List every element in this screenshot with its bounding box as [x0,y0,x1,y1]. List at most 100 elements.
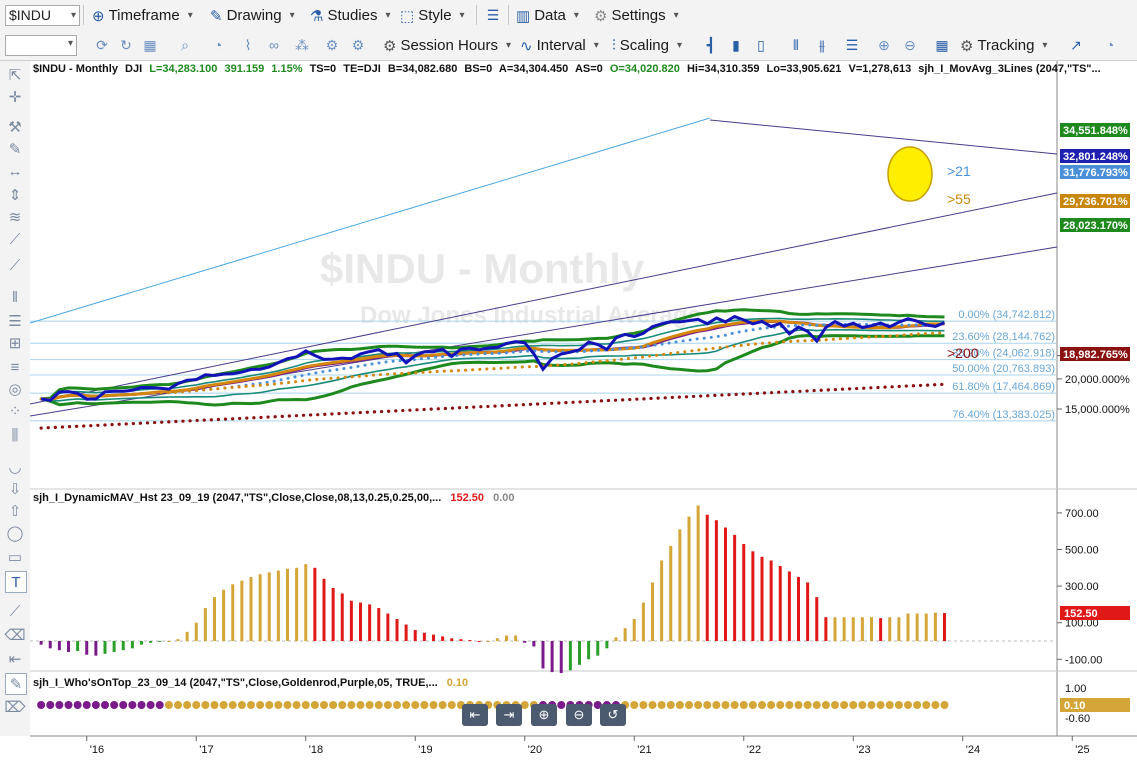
layout-icon[interactable]: ☰ [483,5,503,25]
delete-icon[interactable]: ⌦ [4,697,25,717]
parallel-lines-icon[interactable]: ≋ [5,207,25,227]
zoom-icon[interactable]: ⌕ [175,35,195,55]
hist-bar [806,582,810,641]
zoom-out-icon[interactable]: ⊖ [900,35,920,55]
crosshair-icon[interactable]: ✛ [5,87,25,107]
scaling-menu[interactable]: ⫶ Scaling ▾ [612,35,682,56]
panels-icon[interactable]: ☰ [842,35,862,55]
fan-icon[interactable]: ≡ [5,357,25,377]
style-menu[interactable]: ⬚ Style ▾ [400,5,465,26]
arrow-left-icon[interactable]: ⇤ [5,649,25,669]
expand-icon[interactable]: ⫵ [812,35,832,55]
scroll-left-icon[interactable]: ⇤ [462,704,488,726]
dot-marker [283,701,292,709]
chevron-down-icon: ▾ [187,10,193,21]
pattern-icon[interactable]: ⁂ [292,35,312,55]
dot-marker [840,701,849,709]
hist-bar [751,551,755,641]
dot-marker [292,701,301,709]
hist-bar [933,612,937,641]
refresh-icon[interactable]: ⟳ [92,35,112,55]
candlestick-icon[interactable]: ▮ [726,35,746,55]
hist-bar [286,568,289,641]
drawing-menu[interactable]: ✎ Drawing ▾ [210,5,295,26]
arc-icon[interactable]: ◡ [5,457,25,477]
hist-bar [167,641,171,642]
legend-te: TE=DJI [343,63,381,75]
tracking-menu[interactable]: ⚙ Tracking ▾ [960,35,1047,56]
ruler-icon[interactable]: ⟋ [5,255,25,275]
cycle-lines-icon[interactable]: ⫼ [5,425,25,445]
gann-icon[interactable]: ⊞ [5,333,25,353]
settings-menu[interactable]: ⚙ Settings ▾ [594,5,679,26]
studies-menu[interactable]: ⚗ Studies ▾ [310,5,391,26]
hist-bar [422,632,426,641]
chart-type-icon[interactable]: ⌇ [238,35,258,55]
dot-marker [192,701,201,709]
chevron-down-icon[interactable]: ▾ [68,38,73,49]
trend-icon[interactable]: ↗ [1066,35,1086,55]
studies-gear-icon[interactable]: ⚙ [322,35,342,55]
chevron-down-icon: ▾ [1042,40,1048,51]
link-icon[interactable]: ∞ [264,35,284,55]
zoom-in-icon[interactable]: ⊕ [874,35,894,55]
cursor-icon[interactable]: ⇱ [5,65,25,85]
pen-icon[interactable]: ✎ [5,139,25,159]
hist-bar [815,597,819,641]
bar-chart-icon[interactable]: ┫ [701,35,721,55]
data-window-icon[interactable]: ▦ [932,35,952,55]
rectangle-icon[interactable]: ▭ [5,547,25,567]
hist-bar [377,608,381,641]
dot-marker [310,701,319,709]
speedometer-icon[interactable]: ◔ [208,35,228,55]
vertical-lines-icon[interactable]: ‖ [5,287,25,307]
compress-icon[interactable]: ⫴ [786,35,806,55]
scatter-icon[interactable]: ⁘ [5,401,25,421]
dot-marker [940,701,949,709]
zoom-out-icon[interactable]: ⊖ [566,704,592,726]
arrow-down-icon[interactable]: ⇩ [5,479,25,499]
hist-bar [578,641,581,665]
time-tick-label: '25 [1075,744,1089,756]
timeframe-menu[interactable]: ⊕ Timeframe ▾ [92,5,193,26]
reset-view-icon[interactable]: ↺ [600,704,626,726]
drawing-toolbar: ⇱ ✛ ⚒ ✎ ↔ ⇕ ≋ ⟋ ⟋ ‖ ☰ ⊞ ≡ ◎ ⁘ ⫼ ◡ ⇩ ⇧ ◯ … [0,61,31,736]
session-hours-menu[interactable]: ⚙ Session Hours ▾ [383,35,511,56]
trendline-icon[interactable]: ↔ [5,161,25,181]
hist-bar [176,639,180,641]
hist-bar [213,597,216,641]
pencil-draw-icon[interactable]: ✎ [5,673,27,695]
zoom-in-icon[interactable]: ⊕ [531,704,557,726]
dot-marker [237,701,246,709]
line-tool-icon[interactable]: ⟋ [5,601,25,621]
dot-marker [356,701,365,709]
settings-gear-icon[interactable]: ⚙ [348,35,368,55]
data-label: Data [534,7,566,24]
highlight-ellipse[interactable] [887,146,933,202]
fib-icon[interactable]: ☰ [5,311,25,331]
symbol-input[interactable]: $INDU ▾ [5,5,80,26]
erase-icon[interactable]: ⌫ [4,625,25,645]
legend-ts: TS=0 [310,63,337,75]
hist-bar [724,527,727,641]
chart-area[interactable]: $INDU - Monthly Dow Jones Industrial Ave… [30,61,1137,760]
speed-icon[interactable]: ◔ [1100,35,1120,55]
text-icon[interactable]: T [5,571,27,593]
ellipse-icon[interactable]: ◯ [5,523,25,543]
reload-icon[interactable]: ↻ [116,35,136,55]
timeframe-icon: ⊕ [92,7,105,25]
interval-input[interactable]: ▾ [5,35,77,56]
ray-icon[interactable]: ⟋ [5,229,25,249]
channel-icon[interactable]: ⇕ [5,185,25,205]
price-tag: 18,982.765% [1063,349,1128,361]
hollow-candle-icon[interactable]: ▯ [751,35,771,55]
circle-target-icon[interactable]: ◎ [5,379,25,399]
wrench-icon[interactable]: ⚒ [5,117,25,137]
arrow-up-icon[interactable]: ⇧ [5,501,25,521]
interval-menu[interactable]: ∿ Interval ▾ [520,35,599,56]
grid-icon[interactable]: ▦ [140,35,160,55]
scroll-right-icon[interactable]: ⇥ [496,704,522,726]
chevron-down-icon[interactable]: ▾ [71,6,76,25]
dot-marker [301,701,310,709]
data-menu[interactable]: ▥ Data ▾ [516,5,579,26]
